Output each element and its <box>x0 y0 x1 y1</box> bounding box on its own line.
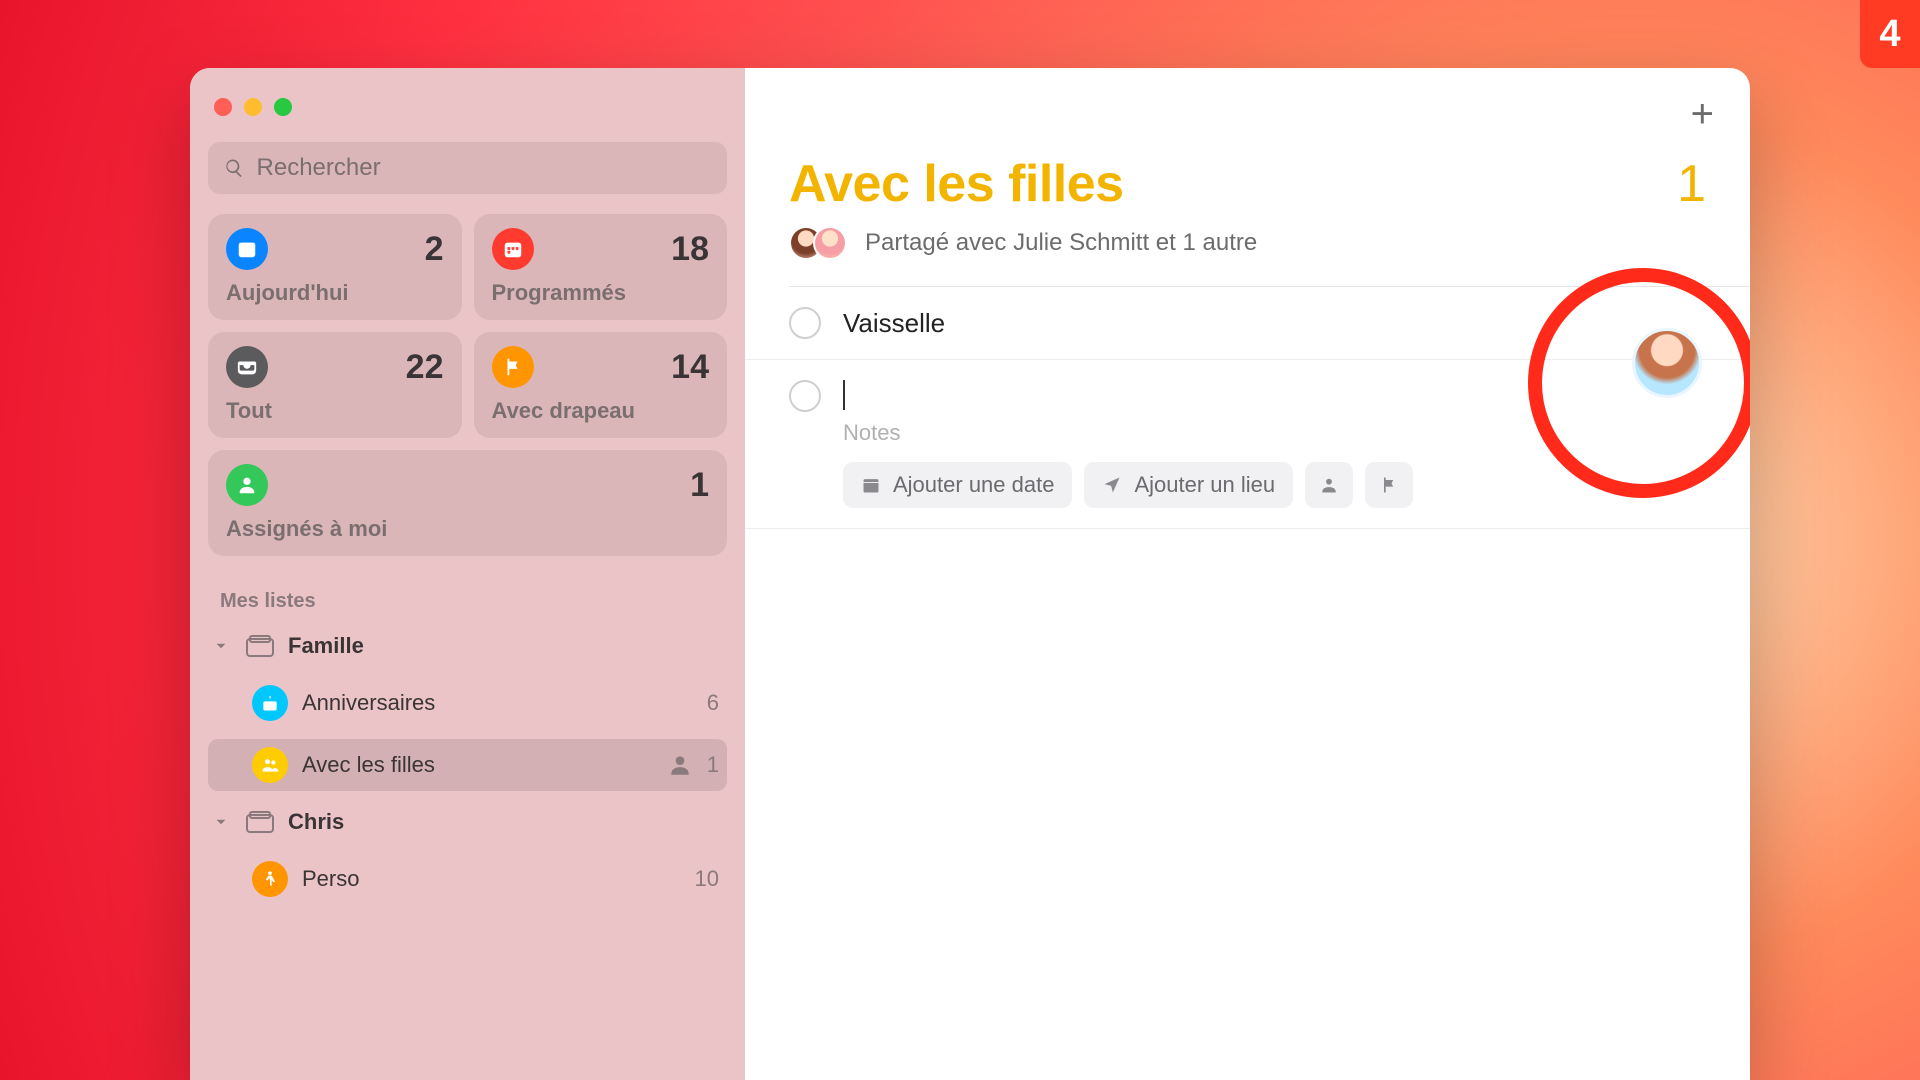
minimize-window-button[interactable] <box>244 98 262 116</box>
person-icon <box>1319 475 1339 495</box>
tutorial-step-badge: 4 <box>1860 0 1920 68</box>
people-icon <box>252 747 288 783</box>
search-icon <box>224 157 245 179</box>
shared-with-row[interactable]: Partagé avec Julie Schmitt et 1 autre <box>745 214 1750 272</box>
tile-today[interactable]: 2 Aujourd'hui <box>208 214 462 320</box>
list-label: Perso <box>302 866 359 892</box>
tile-flagged-count: 14 <box>671 348 709 387</box>
group-label: Chris <box>288 809 344 835</box>
shared-with-text: Partagé avec Julie Schmitt et 1 autre <box>865 229 1257 257</box>
assignee-avatar[interactable] <box>1632 328 1702 398</box>
tile-scheduled-count: 18 <box>671 230 709 269</box>
list-count: 6 <box>707 690 719 716</box>
person-icon <box>226 464 268 506</box>
close-window-button[interactable] <box>214 98 232 116</box>
sidebar: 2 Aujourd'hui 18 Programmés 22 <box>190 68 745 1080</box>
list-label: Anniversaires <box>302 690 435 716</box>
group-famille[interactable]: Famille <box>208 625 727 667</box>
toolbar: + <box>745 94 1750 134</box>
group-label: Famille <box>288 633 364 659</box>
list-open-count: 1 <box>1677 154 1706 214</box>
list-detail-pane: + Avec les filles 1 Partagé avec Julie S… <box>745 68 1750 1080</box>
reminder-title-input[interactable] <box>843 380 1706 410</box>
reminders-window: 2 Aujourd'hui 18 Programmés 22 <box>190 68 1750 1080</box>
chevron-down-icon <box>210 635 232 657</box>
list-perso[interactable]: Perso 10 <box>208 853 727 905</box>
tile-flagged-label: Avec drapeau <box>492 398 710 424</box>
participant-avatars <box>789 226 847 260</box>
window-traffic-lights <box>208 94 727 132</box>
new-reminder-row[interactable]: Notes Ajouter une date Ajouter un lieu <box>745 360 1750 529</box>
flag-icon <box>1379 475 1399 495</box>
assign-person-button[interactable] <box>1305 462 1353 508</box>
list-title: Avec les filles <box>789 154 1124 214</box>
add-date-label: Ajouter une date <box>893 472 1054 498</box>
flag-button[interactable] <box>1365 462 1413 508</box>
tile-flagged[interactable]: 14 Avec drapeau <box>474 332 728 438</box>
calendar-today-icon <box>226 228 268 270</box>
tile-scheduled[interactable]: 18 Programmés <box>474 214 728 320</box>
add-date-button[interactable]: Ajouter une date <box>843 462 1072 508</box>
walk-icon <box>252 861 288 897</box>
zoom-window-button[interactable] <box>274 98 292 116</box>
list-avec-les-filles[interactable]: Avec les filles 1 <box>208 739 727 791</box>
flag-icon <box>492 346 534 388</box>
calendar-icon <box>861 475 881 495</box>
reminder-item[interactable]: Vaisselle <box>745 287 1750 360</box>
my-lists-heading: Mes listes <box>220 590 727 613</box>
tile-all[interactable]: 22 Tout <box>208 332 462 438</box>
add-reminder-button[interactable]: + <box>1691 94 1714 134</box>
tile-today-count: 2 <box>425 230 444 269</box>
tray-icon <box>226 346 268 388</box>
smart-list-tiles: 2 Aujourd'hui 18 Programmés 22 <box>208 214 727 556</box>
list-label: Avec les filles <box>302 752 435 778</box>
tile-today-label: Aujourd'hui <box>226 280 444 306</box>
tile-all-count: 22 <box>406 348 444 387</box>
complete-checkbox[interactable] <box>789 380 821 412</box>
tile-assigned-count: 1 <box>690 466 709 505</box>
group-chris[interactable]: Chris <box>208 801 727 843</box>
reminder-title: Vaisselle <box>843 308 945 339</box>
shared-icon <box>667 752 693 778</box>
list-anniversaires[interactable]: Anniversaires 6 <box>208 677 727 729</box>
tile-scheduled-label: Programmés <box>492 280 710 306</box>
add-location-button[interactable]: Ajouter un lieu <box>1084 462 1293 508</box>
list-count: 1 <box>707 752 719 778</box>
tile-assigned[interactable]: 1 Assignés à moi <box>208 450 727 556</box>
cake-icon <box>252 685 288 721</box>
tile-all-label: Tout <box>226 398 444 424</box>
chevron-down-icon <box>210 811 232 833</box>
tile-assigned-label: Assignés à moi <box>226 516 709 542</box>
complete-checkbox[interactable] <box>789 307 821 339</box>
search-input[interactable] <box>257 154 711 182</box>
notes-placeholder[interactable]: Notes <box>843 420 1706 446</box>
search-field[interactable] <box>208 142 727 194</box>
location-arrow-icon <box>1102 475 1122 495</box>
folder-icon <box>246 810 274 834</box>
list-count: 10 <box>695 866 719 892</box>
folder-icon <box>246 634 274 658</box>
avatar <box>813 226 847 260</box>
calendar-icon <box>492 228 534 270</box>
add-location-label: Ajouter un lieu <box>1134 472 1275 498</box>
